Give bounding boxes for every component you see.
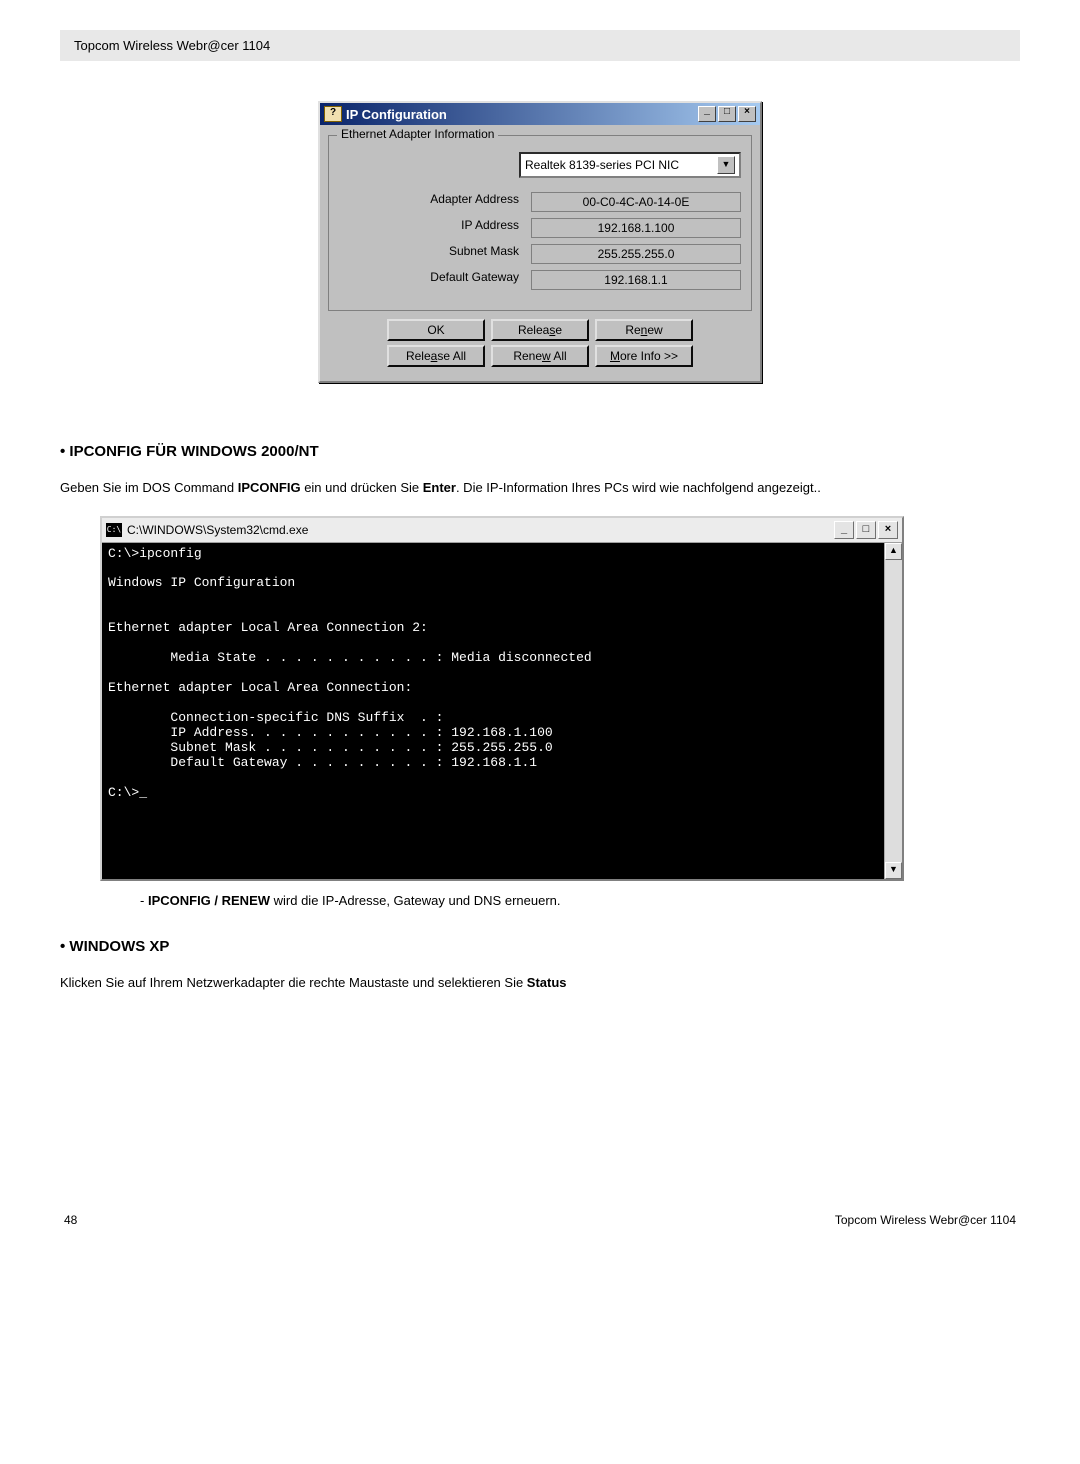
page-number: 48 <box>64 1213 77 1227</box>
section1-paragraph: Geben Sie im DOS Command IPCONFIG ein un… <box>60 478 1020 498</box>
page-footer: 48 Topcom Wireless Webr@cer 1104 <box>60 1213 1020 1227</box>
maximize-icon[interactable]: □ <box>856 521 876 539</box>
cmd-window: C:\ C:\WINDOWS\System32\cmd.exe _ □ × C:… <box>100 516 904 882</box>
note-line: - IPCONFIG / RENEW wird die IP-Adresse, … <box>140 893 1020 908</box>
ip-address-label: IP Address <box>339 218 531 238</box>
minimize-icon[interactable]: _ <box>834 521 854 539</box>
ip-configuration-dialog: ? IP Configuration _ □ × Ethernet Adapte… <box>318 101 762 383</box>
fieldset-legend: Ethernet Adapter Information <box>337 127 498 141</box>
section-heading-winxp: • WINDOWS XP <box>60 938 1020 955</box>
release-button[interactable]: Release <box>491 319 589 341</box>
ip-address-value: 192.168.1.100 <box>531 218 741 238</box>
adapter-select-value: Realtek 8139-series PCI NIC <box>525 158 679 172</box>
ok-button[interactable]: OK <box>387 319 485 341</box>
subnet-mask-value: 255.255.255.0 <box>531 244 741 264</box>
adapter-select[interactable]: Realtek 8139-series PCI NIC ▼ <box>519 152 741 178</box>
subnet-mask-label: Subnet Mask <box>339 244 531 264</box>
close-icon[interactable]: × <box>878 521 898 539</box>
adapter-address-label: Adapter Address <box>339 192 531 212</box>
adapter-info-fieldset: Ethernet Adapter Information Realtek 813… <box>328 135 752 311</box>
renew-all-button[interactable]: Renew All <box>491 345 589 367</box>
section-heading-ipconfig: • IPCONFIG FÜR WINDOWS 2000/NT <box>60 443 1020 460</box>
default-gateway-label: Default Gateway <box>339 270 531 290</box>
cmd-icon: C:\ <box>106 523 122 537</box>
more-info-button[interactable]: More Info >> <box>595 345 693 367</box>
renew-button[interactable]: Renew <box>595 319 693 341</box>
app-icon: ? <box>324 106 342 122</box>
header-title: Topcom Wireless Webr@cer 1104 <box>74 38 270 53</box>
minimize-icon[interactable]: _ <box>698 106 716 122</box>
dialog-title: IP Configuration <box>346 107 447 122</box>
scrollbar[interactable]: ▲ ▼ <box>884 543 902 880</box>
scroll-down-icon[interactable]: ▼ <box>885 862 902 879</box>
section2-paragraph: Klicken Sie auf Ihrem Netzwerkadapter di… <box>60 973 1020 993</box>
default-gateway-value: 192.168.1.1 <box>531 270 741 290</box>
cmd-titlebar: C:\ C:\WINDOWS\System32\cmd.exe _ □ × <box>102 518 902 543</box>
adapter-address-value: 00-C0-4C-A0-14-0E <box>531 192 741 212</box>
cmd-output: C:\>ipconfig Windows IP Configuration Et… <box>102 543 884 880</box>
footer-title: Topcom Wireless Webr@cer 1104 <box>835 1213 1016 1227</box>
dialog-titlebar: ? IP Configuration _ □ × <box>320 103 760 125</box>
scroll-up-icon[interactable]: ▲ <box>885 543 902 560</box>
close-icon[interactable]: × <box>738 106 756 122</box>
maximize-icon[interactable]: □ <box>718 106 736 122</box>
header-bar: Topcom Wireless Webr@cer 1104 <box>60 30 1020 61</box>
chevron-down-icon[interactable]: ▼ <box>717 156 735 174</box>
release-all-button[interactable]: Release All <box>387 345 485 367</box>
cmd-title: C:\WINDOWS\System32\cmd.exe <box>127 523 308 537</box>
